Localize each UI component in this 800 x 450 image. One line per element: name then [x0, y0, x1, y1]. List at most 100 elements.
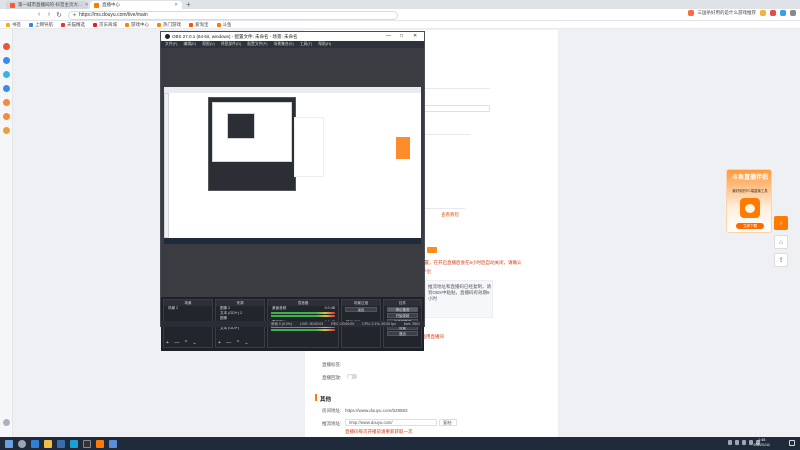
- sidebar-app-icon[interactable]: [3, 43, 10, 50]
- sidebar-app-icon[interactable]: [3, 99, 10, 106]
- tray-icon[interactable]: [728, 440, 732, 445]
- clock[interactable]: 1:45 2022/1/11: [753, 438, 770, 448]
- transition-select[interactable]: 淡出: [345, 307, 377, 312]
- browser-tab-1-title: 第一城市直播间的-抖音主页大...: [18, 2, 82, 7]
- app-taskbar-icon[interactable]: [109, 439, 117, 448]
- close-tab-icon[interactable]: ✕: [174, 2, 178, 8]
- menu-view[interactable]: 视图(V): [202, 42, 215, 47]
- copy-stream-url-button[interactable]: 复制: [439, 419, 457, 426]
- volume-slider[interactable]: [271, 329, 335, 331]
- douyu-icon: [216, 22, 221, 27]
- menu-profile[interactable]: 配置文件(P): [247, 42, 267, 47]
- network-icon[interactable]: [749, 440, 753, 445]
- address-url: https://ms.douyu.com/live/main: [79, 12, 148, 18]
- nested-taskbar: [164, 238, 421, 244]
- bookmark-label: 京东商城: [99, 21, 117, 27]
- obs-taskbar-icon[interactable]: [83, 439, 91, 448]
- bookmark-label: 爱淘宝: [195, 21, 209, 27]
- minimize-button[interactable]: —: [386, 33, 391, 39]
- extension-icon[interactable]: [760, 10, 766, 16]
- new-tab-button[interactable]: +: [186, 0, 191, 9]
- source-tools[interactable]: + — ^ ⌄: [218, 340, 251, 346]
- menu-help[interactable]: 帮助(H): [318, 42, 331, 47]
- record-toggle[interactable]: [347, 374, 357, 379]
- bookmark-item[interactable]: 京东商城: [93, 22, 117, 28]
- menu-icon[interactable]: [790, 10, 796, 16]
- browser-tab-1[interactable]: 第一城市直播间的-抖音主页大... ✕: [6, 1, 88, 9]
- bookmark-item[interactable]: 天猫精选: [61, 22, 85, 28]
- notification-icon[interactable]: [789, 440, 795, 446]
- edge-icon[interactable]: [31, 439, 39, 448]
- stream-url-label: 推流地址:: [322, 421, 342, 426]
- bookmark-item[interactable]: 爱淘宝: [189, 22, 209, 28]
- menu-edit[interactable]: 编辑(E): [183, 42, 196, 47]
- volume-slider[interactable]: [271, 315, 335, 317]
- back-button[interactable]: ‹: [34, 11, 44, 18]
- forward-button[interactable]: ›: [44, 11, 54, 18]
- close-button[interactable]: ✕: [413, 33, 417, 39]
- sidebar-app-icon[interactable]: [3, 57, 10, 64]
- address-bar[interactable]: ● https://ms.douyu.com/live/main: [68, 10, 398, 20]
- stream-url-field[interactable]: rtmp://www.douyu.com/: [345, 419, 437, 426]
- stream-info-text: 推流地址和直播码已经复制，请到OBS中粘贴，直播码有效期6小时: [428, 284, 491, 301]
- obs-menubar: 文件(F) 编辑(E) 视图(V) 停靠部件(D) 配置文件(P) 场景集合(S…: [161, 41, 424, 48]
- reload-button[interactable]: ↻: [54, 11, 64, 19]
- douyu-taskbar-icon[interactable]: [96, 439, 104, 448]
- store-icon[interactable]: [57, 439, 65, 448]
- exit-button[interactable]: 退出: [387, 331, 418, 336]
- browser-icon[interactable]: [70, 439, 78, 448]
- start-recording-button[interactable]: 开始录制: [387, 313, 418, 318]
- section-other-title: 其他: [320, 397, 332, 403]
- close-tab-icon[interactable]: ✕: [85, 2, 88, 8]
- start-icon[interactable]: [5, 439, 13, 448]
- folder-icon[interactable]: [44, 439, 52, 448]
- tray-icon[interactable]: [742, 440, 746, 445]
- browser-tabstrip: 第一城市直播间的-抖音主页大... ✕ 直播中心 ✕ +: [0, 0, 800, 9]
- float-share-button[interactable]: ⇪: [774, 253, 788, 267]
- scene-item[interactable]: 场景 2: [164, 306, 212, 311]
- game-icon: [157, 22, 161, 27]
- menu-tools[interactable]: 工具(T): [300, 42, 312, 47]
- sidebar-app-icon[interactable]: [3, 71, 10, 78]
- sidebar-app-icon[interactable]: [3, 113, 10, 120]
- sidebar-settings-icon[interactable]: [3, 419, 10, 426]
- bookmark-item[interactable]: 热门游戏: [157, 22, 181, 28]
- promo-card[interactable]: 斗鱼直播伴侣 最好用的PC端直播工具 立即下载: [726, 169, 772, 233]
- tutorial-link[interactable]: 查看教程: [441, 212, 459, 218]
- start-live-button[interactable]: [427, 247, 437, 253]
- extension-icon[interactable]: [780, 10, 786, 16]
- bookmark-item[interactable]: 斗鱼: [216, 22, 232, 28]
- controls-header: 控件: [384, 300, 421, 306]
- promo-download-button[interactable]: 立即下载: [736, 223, 764, 229]
- maximize-button[interactable]: □: [400, 33, 403, 39]
- extension-icon[interactable]: [687, 10, 694, 16]
- sidebar-app-icon[interactable]: [3, 127, 10, 134]
- extension-icon[interactable]: [770, 10, 776, 16]
- menu-file[interactable]: 文件(F): [165, 42, 177, 47]
- tray-icon[interactable]: [735, 440, 739, 445]
- bookmark-item[interactable]: 游戏中心: [125, 22, 149, 28]
- obs-window: OBS 27.0.1 (64-bit, windows) - 配置文件: 未命名…: [160, 31, 425, 351]
- scene-tools[interactable]: + — ^ ⌄: [166, 340, 199, 346]
- menu-docks[interactable]: 停靠部件(D): [221, 42, 241, 47]
- clock-date: 2022/1/11: [753, 443, 770, 447]
- browser-right-toolbar: 三国杀好用的是什么游戏推荐: [687, 10, 796, 16]
- nested-page: [294, 117, 324, 177]
- sidebar-app-icon[interactable]: [3, 85, 10, 92]
- bookmark-label: 热门游戏: [163, 21, 181, 27]
- nested-browser-bar: [164, 87, 421, 93]
- bookmark-item[interactable]: 书签: [6, 22, 21, 28]
- obs-title-text: OBS 27.0.1 (64-bit, windows) - 配置文件: 未命名…: [172, 33, 298, 39]
- obs-preview[interactable]: [161, 48, 424, 297]
- browser-tab-2[interactable]: 直播中心 ✕: [90, 1, 182, 9]
- stop-streaming-button[interactable]: 停止推流: [387, 307, 418, 312]
- search-icon[interactable]: [18, 439, 26, 448]
- float-home-button[interactable]: ⌂: [774, 235, 788, 249]
- obs-titlebar[interactable]: OBS 27.0.1 (64-bit, windows) - 配置文件: 未命名…: [161, 32, 424, 41]
- menu-scene-collection[interactable]: 场景集合(S): [273, 42, 293, 47]
- float-arrow-button[interactable]: ›: [774, 216, 788, 230]
- stream-info-box: 推流地址和直播码已经复制，请到OBS中粘贴，直播码有效期6小时: [425, 280, 493, 318]
- bookmark-item[interactable]: 上网导航: [29, 22, 53, 28]
- bookmark-label: 游戏中心: [131, 21, 149, 27]
- search-suggestion[interactable]: 三国杀好用的是什么游戏推荐: [698, 10, 757, 16]
